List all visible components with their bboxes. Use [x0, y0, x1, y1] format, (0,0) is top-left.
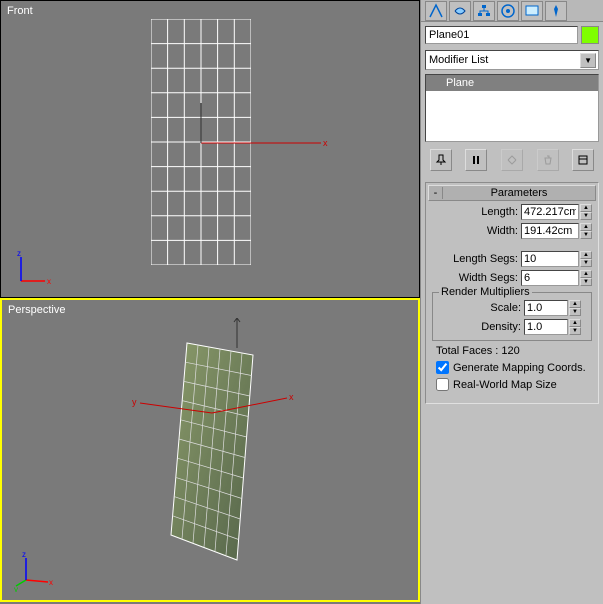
- density-label: Density:: [481, 321, 521, 333]
- modifier-list-dropdown[interactable]: Modifier List: [425, 50, 599, 70]
- axis-indicator-persp: x y z: [14, 552, 54, 592]
- axis-indicator-front: x z: [13, 249, 53, 289]
- length-segs-spinner[interactable]: ▲▼: [580, 251, 592, 267]
- width-segs-label: Width Segs:: [459, 272, 518, 284]
- hierarchy-tab-icon[interactable]: [473, 1, 495, 21]
- real-world-checkbox[interactable]: [436, 378, 449, 391]
- length-spinner[interactable]: ▲▼: [580, 204, 592, 220]
- make-unique-icon[interactable]: [501, 149, 523, 171]
- pin-stack-icon[interactable]: [430, 149, 452, 171]
- viewport-label: Perspective: [8, 304, 65, 316]
- render-multipliers-group: Render Multipliers Scale: ▲▼ Density: ▲▼: [432, 292, 592, 341]
- collapse-icon[interactable]: -: [429, 187, 443, 199]
- gizmo-persp[interactable]: x y: [122, 318, 302, 438]
- total-faces-label: Total Faces : 120: [436, 345, 588, 357]
- parameters-header[interactable]: - Parameters: [428, 185, 596, 201]
- parameters-rollout: - Parameters Length: ▲▼ Width: ▲▼ Length…: [425, 182, 599, 404]
- width-label: Width:: [487, 225, 518, 237]
- width-input[interactable]: [521, 223, 579, 239]
- length-segs-input[interactable]: [521, 251, 579, 267]
- object-name-input[interactable]: [425, 26, 578, 44]
- svg-text:x: x: [289, 392, 294, 402]
- gen-mapping-checkbox[interactable]: [436, 361, 449, 374]
- gizmo-front[interactable]: x: [96, 103, 331, 163]
- svg-text:y: y: [14, 585, 18, 592]
- length-segs-label: Length Segs:: [453, 253, 518, 265]
- width-spinner[interactable]: ▲▼: [580, 223, 592, 239]
- width-segs-input[interactable]: [521, 270, 579, 286]
- stack-toolbar: [425, 148, 599, 172]
- motion-tab-icon[interactable]: [497, 1, 519, 21]
- stack-item-plane[interactable]: Plane: [426, 75, 598, 91]
- svg-text:x: x: [47, 277, 51, 286]
- svg-text:x: x: [323, 138, 328, 148]
- length-label: Length:: [481, 206, 518, 218]
- remove-modifier-icon[interactable]: [537, 149, 559, 171]
- scale-label: Scale:: [490, 302, 521, 314]
- modify-tab-icon[interactable]: [449, 1, 471, 21]
- density-input[interactable]: [524, 319, 568, 335]
- create-tab-icon[interactable]: [425, 1, 447, 21]
- display-tab-icon[interactable]: [521, 1, 543, 21]
- real-world-label: Real-World Map Size: [453, 379, 557, 391]
- width-segs-spinner[interactable]: ▲▼: [580, 270, 592, 286]
- scale-spinner[interactable]: ▲▼: [569, 300, 581, 316]
- perspective-viewport[interactable]: Perspective x y x y: [0, 298, 420, 602]
- object-color-swatch[interactable]: [581, 26, 599, 44]
- viewport-label: Front: [7, 5, 33, 17]
- density-spinner[interactable]: ▲▼: [569, 319, 581, 335]
- front-viewport[interactable]: Front x x z: [0, 0, 420, 298]
- scale-input[interactable]: [524, 300, 568, 316]
- utilities-tab-icon[interactable]: [545, 1, 567, 21]
- configure-sets-icon[interactable]: [572, 149, 594, 171]
- gen-mapping-label: Generate Mapping Coords.: [453, 362, 586, 374]
- svg-text:x: x: [49, 578, 53, 587]
- svg-text:y: y: [132, 397, 137, 407]
- svg-text:z: z: [17, 249, 21, 258]
- modifier-stack[interactable]: Plane: [425, 74, 599, 142]
- show-end-result-icon[interactable]: [465, 149, 487, 171]
- panel-tabs: [421, 0, 603, 22]
- length-input[interactable]: [521, 204, 579, 220]
- svg-text:z: z: [22, 552, 26, 559]
- command-panel: Modifier List Plane - Parameters Length:…: [420, 0, 603, 604]
